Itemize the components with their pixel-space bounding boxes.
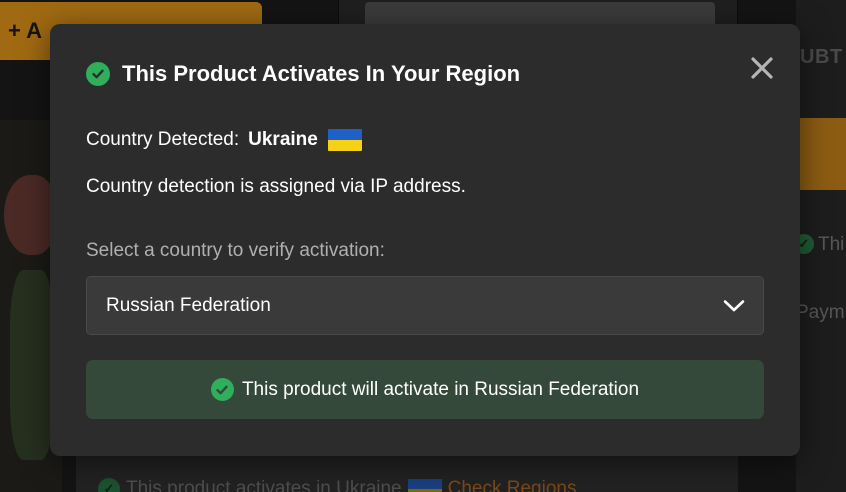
page: + A UBT ✓ Thi Paym ✓ This product activa… [0, 0, 846, 492]
bg-buy-button [796, 118, 846, 190]
bg-panel-title: UBT [800, 46, 843, 68]
country-select[interactable]: Russian Federation [86, 276, 764, 335]
modal-header: This Product Activates In Your Region [86, 60, 520, 88]
bg-activation-line: ✓ This product activates in Ukraine Chec… [98, 478, 576, 492]
selected-country-value: Russian Federation [106, 294, 271, 316]
bg-payment-text: Paym [796, 302, 845, 323]
activation-result-text: This product will activate in Russian Fe… [241, 378, 640, 400]
region-modal: This Product Activates In Your Region Co… [50, 24, 800, 456]
modal-title: This Product Activates In Your Region [122, 61, 521, 86]
bg-image-flower [4, 175, 56, 255]
bg-check-regions-link[interactable]: Check Regions [448, 478, 577, 492]
flag-top-stripe [327, 129, 362, 140]
bg-image-foliage [10, 270, 54, 460]
bg-add-button-label: + A [8, 18, 43, 43]
bg-activation-check-icon: ✓ [98, 478, 120, 492]
bg-side-text: Thi [818, 234, 845, 255]
close-button[interactable] [748, 54, 776, 82]
activation-result-banner: This product will activate in Russian Fe… [86, 360, 764, 419]
country-detected-label: Country Detected: [86, 129, 240, 150]
country-select-label: Select a country to verify activation: [86, 240, 385, 261]
bg-activation-text: This product activates in Ukraine [126, 478, 402, 492]
detected-country-name: Ukraine [248, 129, 318, 150]
bg-ukraine-flag-icon [407, 479, 442, 492]
detection-note: Country detection is assigned via IP add… [86, 176, 466, 197]
ukraine-flag-icon [327, 129, 362, 151]
flag-bottom-stripe [327, 140, 362, 151]
close-icon [751, 57, 773, 79]
success-check-icon [86, 62, 110, 86]
country-detected-row: Country Detected: Ukraine [86, 129, 362, 151]
result-check-icon [210, 378, 234, 401]
chevron-down-icon [723, 299, 745, 311]
